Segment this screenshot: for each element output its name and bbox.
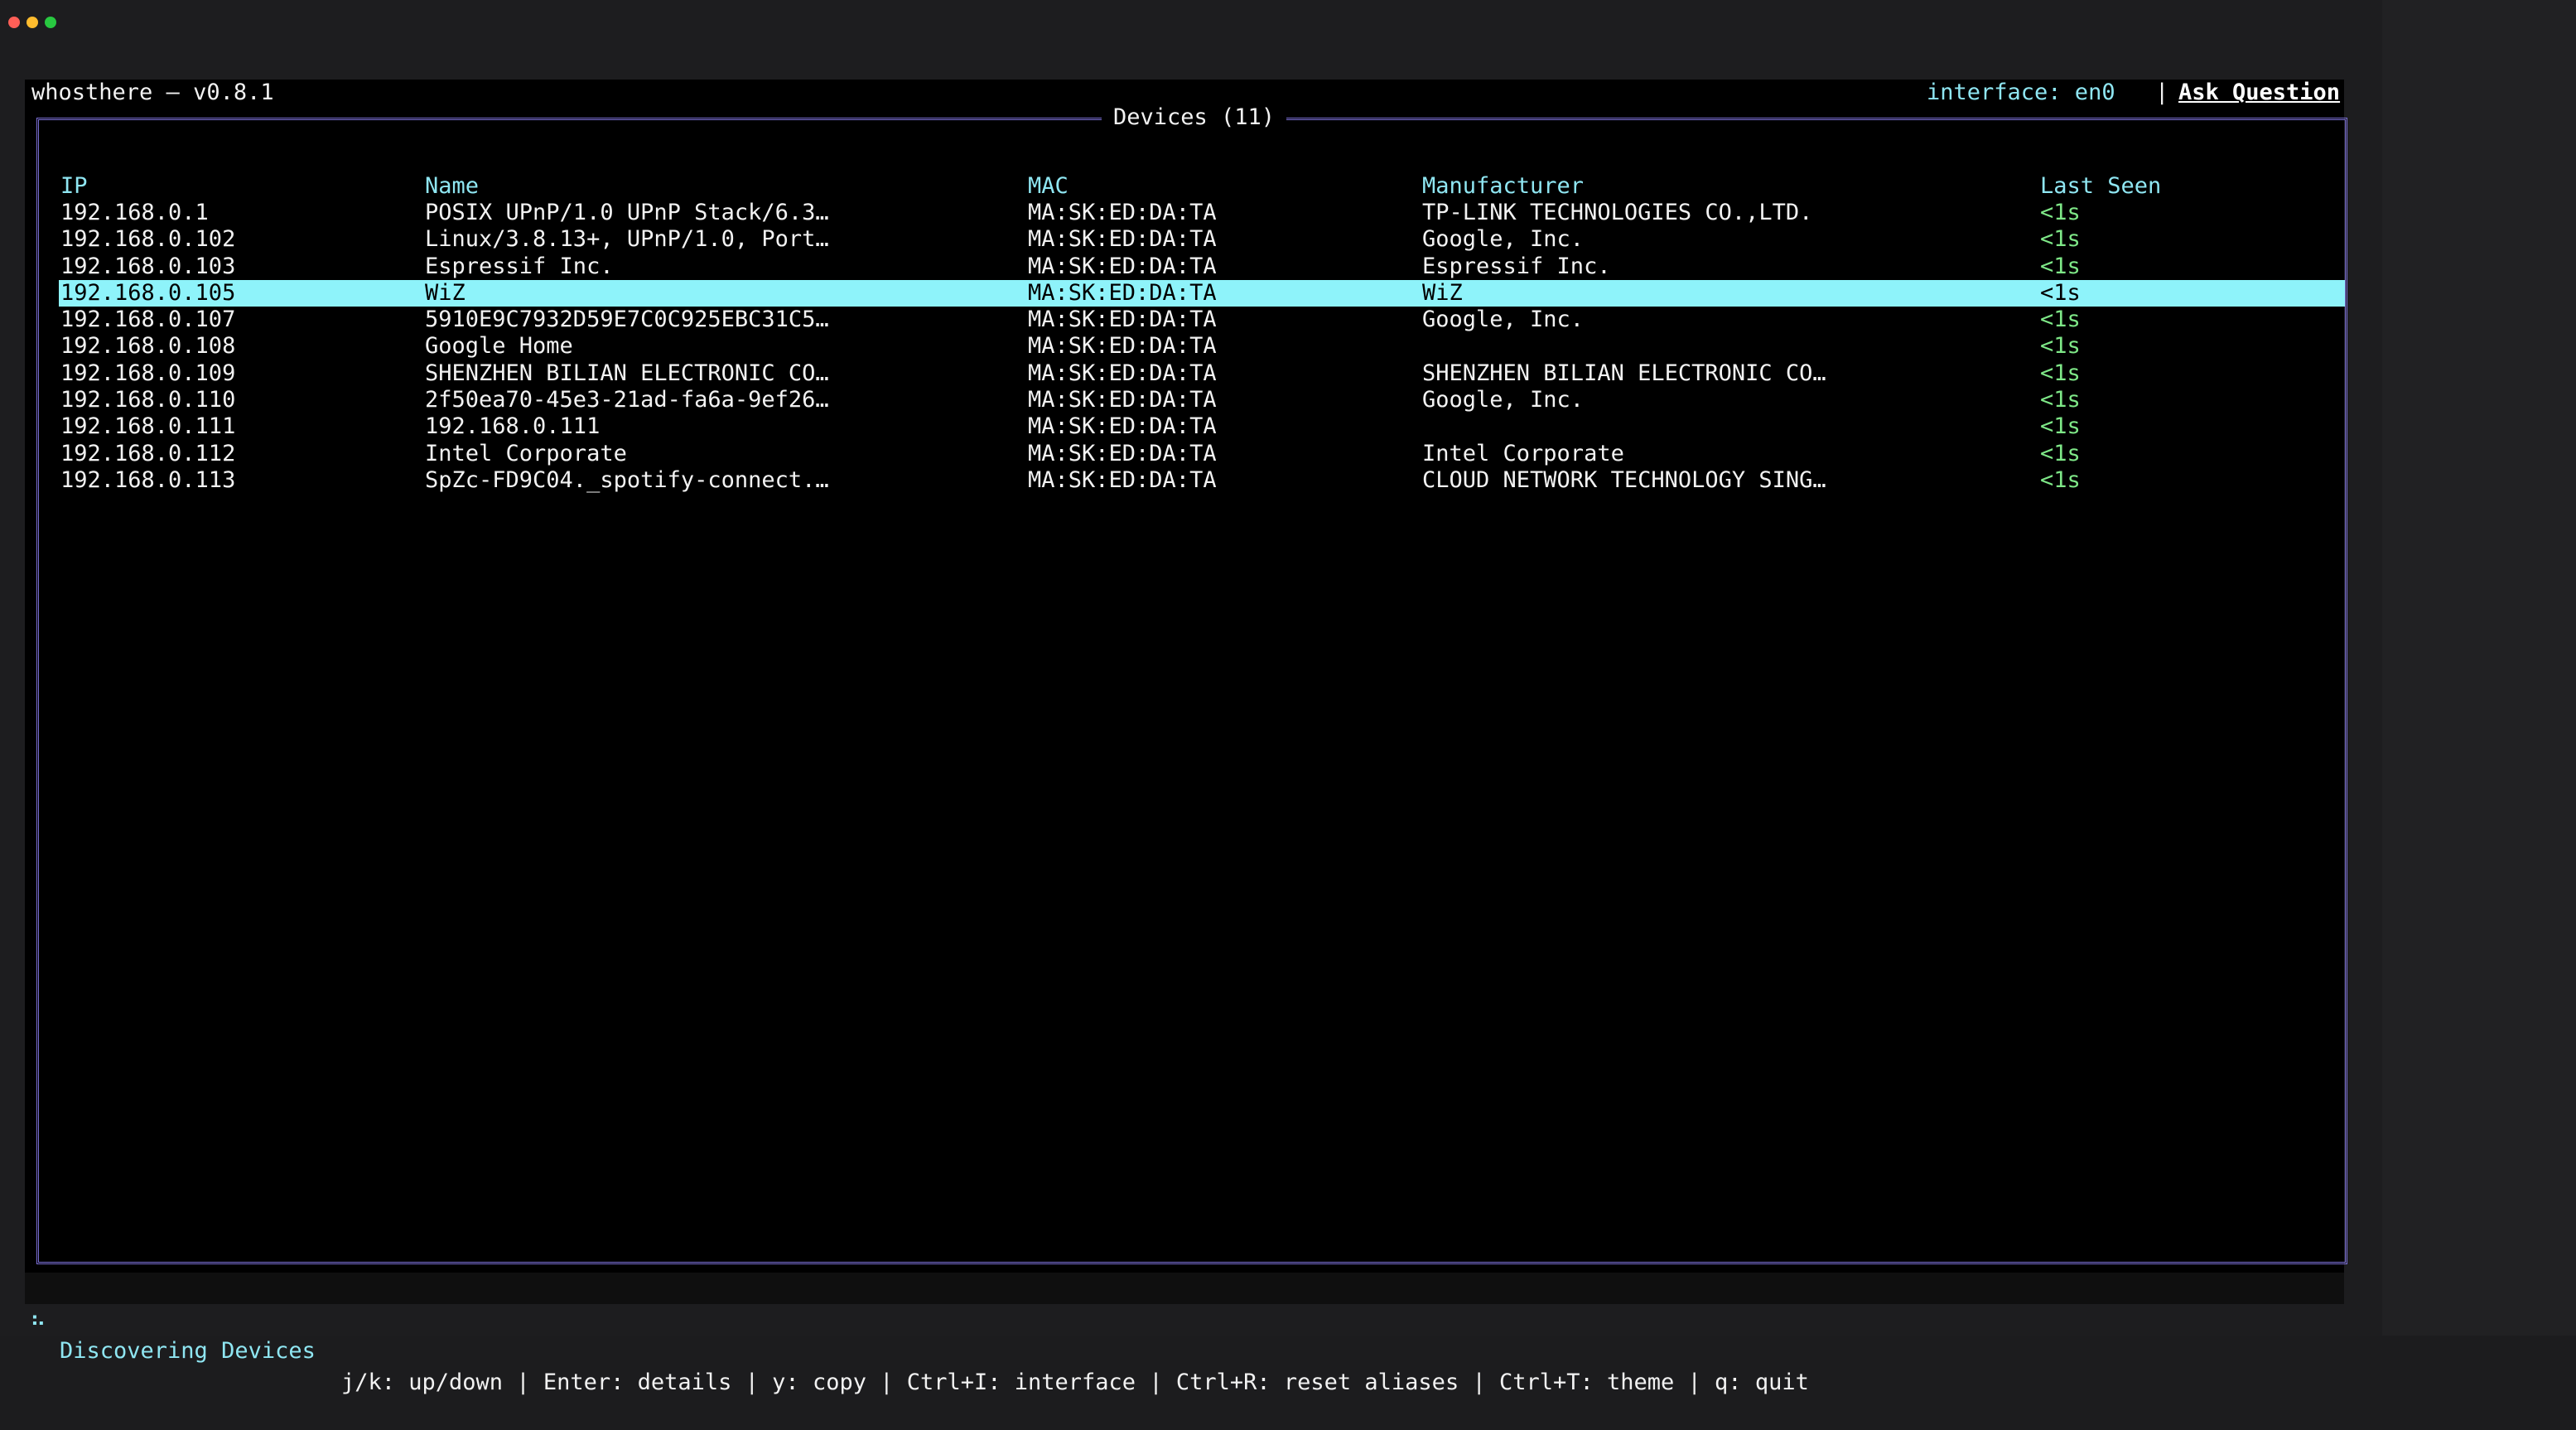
minimize-window-icon[interactable] [27, 17, 38, 28]
cell-name: SHENZHEN BILIAN ELECTRONIC CO… [425, 360, 829, 386]
cell-name: Espressif Inc. [425, 253, 614, 279]
cell-mac: MA:SK:ED:DA:TA [1028, 226, 1217, 253]
devices-panel-title: Devices (11) [1102, 104, 1287, 131]
cell-mac: MA:SK:ED:DA:TA [1028, 200, 1217, 225]
cell-ip: 192.168.0.105 [60, 279, 236, 306]
cell-manufacturer: Google, Inc. [1422, 226, 1585, 253]
table-row[interactable]: 192.168.0.111 192.168.0.111 MA:SK:ED:DA:TA… [59, 413, 2345, 440]
cell-manufacturer: TP-LINK TECHNOLOGIES CO.,LTD. [1422, 200, 1813, 225]
column-header-name[interactable]: Name [425, 173, 479, 200]
cell-mac: MA:SK:ED:DA:TA [1028, 387, 1217, 413]
cell-ip: 192.168.0.109 [60, 360, 236, 386]
cell-ip: 192.168.0.111 [60, 413, 236, 440]
discovery-status: Discovering Devices [60, 1338, 316, 1364]
zoom-window-icon[interactable] [45, 17, 56, 28]
table-row[interactable]: 192.168.0.1 POSIX UPnP/1.0 UPnP Stack/6.3… [59, 200, 2345, 226]
cell-last-seen: <1s [2040, 360, 2081, 386]
terminal-screen: whosthere – v0.8.1 interface: en0 | Ask … [25, 80, 2347, 1395]
cell-name: 192.168.0.111 [425, 413, 601, 440]
cell-mac: MA:SK:ED:DA:TA [1028, 440, 1217, 466]
column-header-manufacturer[interactable]: Manufacturer [1422, 173, 1584, 200]
header-separator: | [2155, 80, 2169, 105]
desktop-background [2382, 0, 2576, 1336]
status-bar: ⠦ Discovering Devices j/k: up/down | Ent… [25, 1273, 2344, 1395]
spinner-icon: ⠦ [30, 1307, 46, 1332]
cell-ip: 192.168.0.110 [60, 387, 236, 413]
cell-manufacturer: Intel Corporate [1422, 440, 1624, 466]
column-header-last-seen[interactable]: Last Seen [2040, 173, 2161, 200]
cell-ip: 192.168.0.1 [60, 200, 209, 225]
table-row[interactable]: 192.168.0.107 5910E9C7932D59E7C0C925EBC31… [59, 307, 2345, 333]
cell-mac: MA:SK:ED:DA:TA [1028, 413, 1217, 440]
cell-ip: 192.168.0.102 [60, 226, 236, 253]
cell-last-seen: <1s [2040, 279, 2081, 306]
app-title: whosthere – v0.8.1 [31, 80, 274, 105]
table-row[interactable]: 192.168.0.113 SpZc-FD9C04._spotify-connec… [59, 467, 2345, 494]
cell-manufacturer: Google, Inc. [1422, 307, 1585, 333]
devices-table-body: 192.168.0.1 POSIX UPnP/1.0 UPnP Stack/6.3… [39, 200, 2350, 494]
table-row[interactable]: 192.168.0.103 Espressif Inc. MA:SK:ED:DA:T… [59, 254, 2345, 280]
cell-name: POSIX UPnP/1.0 UPnP Stack/6.3… [425, 200, 829, 225]
devices-panel: IP Name MAC Manufacturer Last Seen 192.1… [36, 118, 2347, 1264]
cell-ip: 192.168.0.103 [60, 253, 236, 279]
interface-indicator[interactable]: interface: en0 [1927, 80, 2115, 106]
table-row-selected[interactable]: 192.168.0.105 WiZ MA:SK:ED:DA:TA WiZ <1s [59, 279, 2345, 307]
cell-last-seen: <1s [2040, 307, 2081, 333]
ask-question-link[interactable]: Ask Question [2178, 80, 2340, 106]
cell-manufacturer: SHENZHEN BILIAN ELECTRONIC CO… [1422, 360, 1826, 386]
cell-ip: 192.168.0.107 [60, 307, 236, 333]
table-row[interactable]: 192.168.0.102 Linux/3.8.13+, UPnP/1.0, Po… [59, 226, 2345, 253]
cell-last-seen: <1s [2040, 440, 2081, 466]
cell-name: 2f50ea70-45e3-21ad-fa6a-9ef26… [425, 387, 829, 413]
close-window-icon[interactable] [8, 17, 20, 28]
cell-last-seen: <1s [2040, 253, 2081, 279]
table-row[interactable]: 192.168.0.109 SHENZHEN BILIAN ELECTRONIC … [59, 360, 2345, 387]
cell-mac: MA:SK:ED:DA:TA [1028, 253, 1217, 279]
terminal-window: whosthere – v0.8.1 interface: en0 | Ask … [0, 0, 2383, 1395]
cell-last-seen: <1s [2040, 226, 2081, 253]
cell-last-seen: <1s [2040, 413, 2081, 440]
column-header-ip[interactable]: IP [60, 173, 88, 200]
cell-manufacturer: CLOUD NETWORK TECHNOLOGY SING… [1422, 466, 1826, 493]
cell-ip: 192.168.0.113 [60, 466, 236, 493]
cell-ip: 192.168.0.108 [60, 333, 236, 360]
table-row[interactable]: 192.168.0.110 2f50ea70-45e3-21ad-fa6a-9ef… [59, 387, 2345, 413]
cell-last-seen: <1s [2040, 200, 2081, 225]
table-header: IP Name MAC Manufacturer Last Seen [39, 173, 2350, 200]
cell-mac: MA:SK:ED:DA:TA [1028, 360, 1217, 386]
cell-mac: MA:SK:ED:DA:TA [1028, 307, 1217, 333]
cell-name: Intel Corporate [425, 440, 627, 466]
cell-mac: MA:SK:ED:DA:TA [1028, 333, 1217, 360]
cell-name: WiZ [425, 279, 466, 306]
cell-name: 5910E9C7932D59E7C0C925EBC31C5… [425, 307, 829, 333]
cell-manufacturer: WiZ [1422, 279, 1463, 306]
table-row[interactable]: 192.168.0.108 Google Home MA:SK:ED:DA:TA <1… [59, 333, 2345, 360]
cell-name: SpZc-FD9C04._spotify-connect.… [425, 466, 829, 493]
cell-name: Google Home [425, 333, 573, 360]
keyboard-hints: j/k: up/down | Enter: details | y: copy … [341, 1370, 1809, 1395]
cell-last-seen: <1s [2040, 333, 2081, 360]
cell-name: Linux/3.8.13+, UPnP/1.0, Port… [425, 226, 829, 253]
cell-last-seen: <1s [2040, 466, 2081, 493]
cell-ip: 192.168.0.112 [60, 440, 236, 466]
cell-manufacturer: Google, Inc. [1422, 387, 1585, 413]
cell-mac: MA:SK:ED:DA:TA [1028, 466, 1217, 493]
cell-last-seen: <1s [2040, 387, 2081, 413]
column-header-mac[interactable]: MAC [1028, 173, 1069, 200]
table-row[interactable]: 192.168.0.112 Intel Corporate MA:SK:ED:DA:… [59, 441, 2345, 467]
cell-mac: MA:SK:ED:DA:TA [1028, 279, 1217, 306]
cell-manufacturer: Espressif Inc. [1422, 253, 1611, 279]
